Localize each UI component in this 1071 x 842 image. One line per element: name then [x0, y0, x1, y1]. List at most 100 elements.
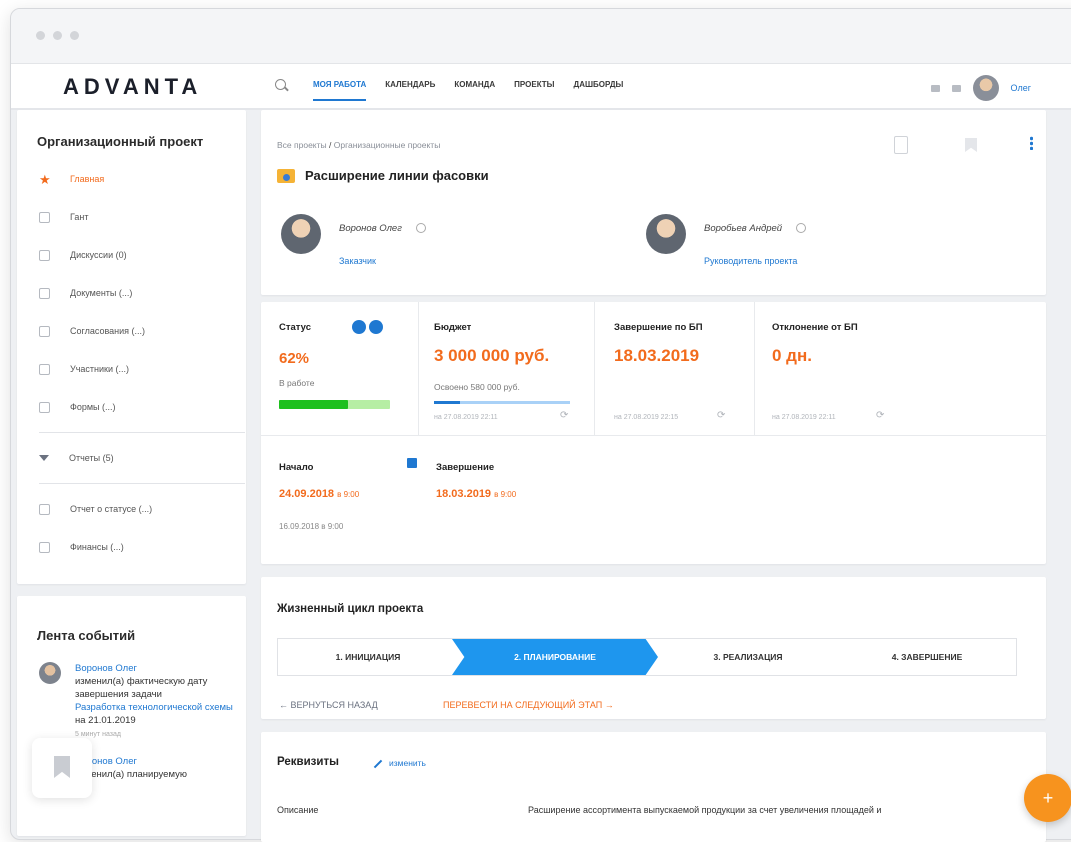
breadcrumb: Все проекты / Организационные проекты: [277, 140, 441, 150]
requisites-card: Реквизиты изменить Описание Расширение а…: [261, 732, 1046, 842]
divider: [261, 435, 1046, 436]
customer-name[interactable]: Воронов Олег: [339, 223, 402, 234]
end-bp-label: Завершение по БП: [614, 322, 703, 333]
end-bp-value: 18.03.2019: [614, 346, 700, 365]
stage-realization[interactable]: 3. РЕАЛИЗАЦИЯ: [658, 639, 838, 675]
edit-button[interactable]: изменить: [373, 758, 426, 768]
menu-item-gantt[interactable]: Гант: [39, 198, 245, 236]
menu-item-home[interactable]: ★ Главная: [39, 160, 245, 198]
budget-spent: Освоено 580 000 руб.: [434, 382, 520, 392]
stage-initiation[interactable]: 1. ИНИЦИАЦИЯ: [278, 639, 458, 675]
menu-item-documents[interactable]: Документы (...): [39, 274, 245, 312]
gear-icon[interactable]: [415, 223, 426, 234]
approval-icon: [39, 325, 50, 337]
start-value: 24.09.2018 в 9:00: [279, 488, 359, 500]
back-button[interactable]: ← ВЕРНУТЬСЯ НАЗАД: [279, 700, 378, 710]
page-title: Расширение линии фасовки: [277, 168, 489, 183]
pause-icon[interactable]: [352, 320, 366, 334]
deviation-stat: Отклонение от БП 0 дн. на 27.08.2019 22:…: [754, 302, 1046, 435]
refresh-icon[interactable]: ⟳: [876, 410, 884, 421]
feed-suffix: на 21.01.2019: [75, 715, 136, 726]
menu-item-forms[interactable]: Формы (...): [39, 388, 245, 426]
nav-my-work[interactable]: МОЯ РАБОТА: [313, 80, 367, 101]
menu-label: Документы (...): [70, 288, 133, 298]
budget-progress-fill: [434, 401, 460, 404]
stage-completion[interactable]: 4. ЗАВЕРШЕНИЕ: [838, 639, 1016, 675]
menu-label: Отчет о статусе (...): [70, 504, 153, 514]
feed-action: изменил(а) фактическую дату завершения з…: [75, 676, 208, 700]
start-time: в 9:00: [337, 490, 360, 499]
budget-value: 3 000 000 руб.: [434, 346, 550, 365]
menu-label: Финансы (...): [70, 542, 124, 552]
budget-stat: Бюджет 3 000 000 руб. Освоено 580 000 ру…: [418, 302, 595, 435]
window-chrome: [11, 9, 1071, 64]
breadcrumb-current[interactable]: Организационные проекты: [334, 140, 441, 150]
chat-icon: [39, 249, 50, 261]
bookmark-icon: [54, 756, 70, 778]
lifecycle-card: Жизненный цикл проекта 1. ИНИЦИАЦИЯ 2. П…: [261, 577, 1046, 719]
description-label: Описание: [277, 805, 319, 815]
status-progress-fill: [279, 400, 348, 409]
event-feed-panel: Лента событий Воронов Олег изменил(а) фа…: [17, 596, 246, 836]
nav-dashboards[interactable]: ДАШБОРДЫ: [574, 80, 624, 101]
end-bp-stat: Завершение по БП 18.03.2019 на 27.08.201…: [594, 302, 755, 435]
nav-calendar[interactable]: КАЛЕНДАРЬ: [385, 80, 435, 101]
stage-planning[interactable]: 2. ПЛАНИРОВАНИЕ: [452, 639, 658, 675]
add-button[interactable]: +: [1024, 774, 1071, 822]
status-progress-bar: [279, 400, 390, 409]
user-name[interactable]: Олег: [1011, 83, 1031, 93]
calendar-icon[interactable]: [407, 458, 417, 468]
feed-target[interactable]: Разработка технологической схемы: [75, 702, 233, 713]
feed-author[interactable]: Воронов Олег: [75, 663, 137, 674]
manager-name[interactable]: Воробьев Андрей: [704, 223, 782, 234]
menu-item-participants[interactable]: Участники (...): [39, 350, 245, 388]
menu-item-approvals[interactable]: Согласования (...): [39, 312, 245, 350]
feed-time: 5 минут назад: [75, 731, 121, 738]
project-folder-icon: [277, 168, 295, 183]
like-icon[interactable]: [951, 84, 961, 92]
nav-team[interactable]: КОМАНДА: [454, 80, 495, 101]
menu-item-reports[interactable]: Отчеты (5): [39, 439, 245, 477]
budget-timestamp: на 27.08.2019 22:11: [434, 414, 498, 421]
status-value: 62%: [279, 350, 310, 367]
customer-role: Заказчик: [339, 256, 376, 266]
next-stage-button[interactable]: ПЕРЕВЕСТИ НА СЛЕДУЮЩИЙ ЭТАП →: [443, 700, 614, 710]
form-icon: [39, 401, 50, 413]
bookmark-icon[interactable]: [965, 138, 977, 152]
more-vertical-icon[interactable]: [1030, 136, 1033, 150]
refresh-icon[interactable]: ⟳: [717, 410, 725, 421]
requisites-title: Реквизиты: [277, 756, 339, 768]
floating-bookmark-button[interactable]: [32, 738, 92, 798]
project-menu-title: Организационный проект: [37, 134, 204, 149]
gear-icon[interactable]: [796, 223, 807, 234]
nav-projects[interactable]: ПРОЕКТЫ: [514, 80, 554, 101]
menu-item-finance[interactable]: Финансы (...): [39, 528, 245, 566]
user-area: Олег: [930, 75, 1031, 101]
refresh-icon[interactable]: ⟳: [560, 410, 568, 421]
menu-item-discussions[interactable]: Дискуссии (0): [39, 236, 245, 274]
pencil-icon: [373, 759, 383, 768]
advanta-logo[interactable]: ADVANTA: [63, 74, 202, 100]
project-menu-panel: Организационный проект ★ Главная Гант Дис…: [17, 110, 246, 584]
mail-icon[interactable]: [930, 84, 940, 92]
start-label: Начало: [279, 462, 314, 473]
menu-label: Главная: [70, 174, 105, 184]
end-value: 18.03.2019 в 9:00: [436, 488, 516, 500]
status-label: Статус: [279, 322, 312, 333]
deviation-value: 0 дн.: [772, 346, 812, 365]
menu-item-status-report[interactable]: Отчет о статусе (...): [39, 490, 245, 528]
breadcrumb-root[interactable]: Все проекты: [277, 140, 327, 150]
arrow-right-icon: →: [602, 700, 614, 710]
end-date: 18.03.2019: [436, 488, 492, 500]
user-avatar[interactable]: [972, 75, 999, 101]
search-icon[interactable]: [275, 79, 286, 90]
description-value: Расширение ассортимента выпускаемой прод…: [528, 805, 882, 815]
window-dot: [36, 31, 45, 40]
menu-label: Гант: [70, 212, 89, 222]
report-icon: [39, 503, 50, 515]
menu-label: Формы (...): [70, 402, 116, 412]
next-label: ПЕРЕВЕСТИ НА СЛЕДУЮЩИЙ ЭТАП: [443, 700, 603, 710]
divider: [39, 483, 245, 484]
stop-icon[interactable]: [369, 320, 383, 334]
document-icon[interactable]: [894, 136, 908, 154]
